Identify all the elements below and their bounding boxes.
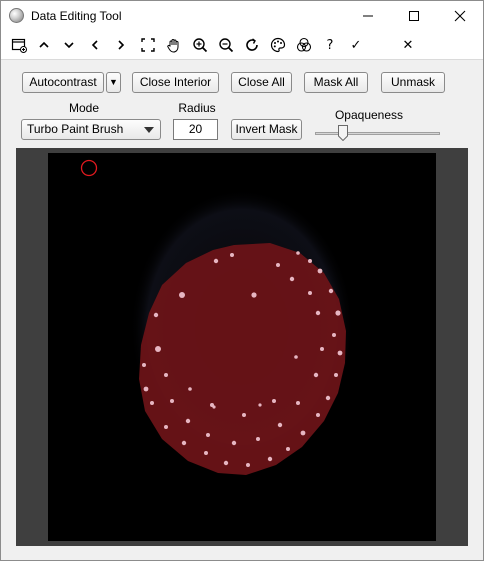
previous-up-button[interactable] [34, 35, 54, 55]
app-logo-icon [9, 8, 24, 23]
invert-mask-button[interactable]: Invert Mask [231, 119, 302, 140]
palette-icon [270, 37, 286, 53]
title-bar: Data Editing Tool [1, 1, 483, 31]
opaqueness-slider-thumb[interactable] [338, 125, 348, 141]
zoom-out-button[interactable] [216, 35, 236, 55]
pan-hand-icon [167, 39, 179, 53]
brush-cursor [80, 159, 98, 177]
mask-all-button[interactable]: Mask All [304, 72, 368, 93]
maximize-icon [409, 11, 419, 21]
mode-select-value: Turbo Paint Brush [27, 122, 124, 136]
help-button[interactable]: ? [320, 35, 340, 55]
color-palette-button[interactable] [268, 35, 288, 55]
fit-screen-icon [141, 38, 155, 52]
app-window: Data Editing Tool ? ✓ ✕ Autocontrast ▼ C… [0, 0, 484, 561]
cell-image [80, 159, 354, 475]
minimize-button[interactable] [345, 1, 391, 31]
chevron-down-icon [144, 127, 154, 133]
pan-tool-button[interactable] [164, 35, 184, 55]
chevron-up-icon [39, 41, 49, 48]
mask-region [139, 243, 346, 475]
mode-label: Mode [68, 101, 100, 115]
color-channels-button[interactable] [294, 35, 314, 55]
radius-label: Radius [178, 101, 216, 115]
radius-input[interactable]: 20 [173, 119, 218, 140]
next-right-button[interactable] [111, 35, 131, 55]
close-window-button[interactable] [437, 1, 483, 31]
previous-left-button[interactable] [85, 35, 105, 55]
color-channels-icon [296, 37, 312, 52]
zoom-in-icon [193, 38, 208, 53]
help-icon: ? [326, 37, 334, 53]
opaqueness-label: Opaqueness [334, 108, 404, 122]
image-canvas[interactable] [48, 153, 436, 541]
opaqueness-slider-track[interactable] [315, 132, 440, 135]
chevron-right-icon [118, 40, 125, 50]
cancel-button[interactable]: ✕ [398, 35, 418, 55]
fit-screen-button[interactable] [138, 35, 158, 55]
controls-panel: Autocontrast ▼ Close Interior Close All … [1, 60, 483, 147]
autocontrast-dropdown-button[interactable]: ▼ [106, 72, 121, 93]
apply-check-icon: ✓ [350, 37, 362, 53]
autocontrast-button[interactable]: Autocontrast [22, 72, 104, 93]
new-window-icon [11, 38, 27, 53]
close-icon [454, 10, 466, 22]
apply-button[interactable]: ✓ [346, 35, 366, 55]
zoom-in-button[interactable] [190, 35, 210, 55]
maximize-button[interactable] [391, 1, 437, 31]
chevron-down-icon: ▼ [109, 77, 118, 87]
mode-select[interactable]: Turbo Paint Brush [21, 119, 161, 140]
chevron-left-icon [91, 40, 98, 50]
rotate-button[interactable] [242, 35, 262, 55]
close-interior-button[interactable]: Close Interior [132, 72, 219, 93]
minimize-icon [363, 15, 373, 17]
chevron-down-icon [64, 42, 74, 49]
new-window-button[interactable] [9, 35, 29, 55]
zoom-out-icon [219, 38, 234, 53]
viewer-bottom-strip [16, 546, 468, 560]
close-all-button[interactable]: Close All [231, 72, 292, 93]
window-title: Data Editing Tool [31, 9, 122, 23]
cancel-x-icon: ✕ [402, 37, 414, 53]
next-down-button[interactable] [59, 35, 79, 55]
toolbar: ? ✓ ✕ [1, 31, 483, 60]
unmask-button[interactable]: Unmask [381, 72, 445, 93]
rotate-icon [246, 38, 258, 51]
